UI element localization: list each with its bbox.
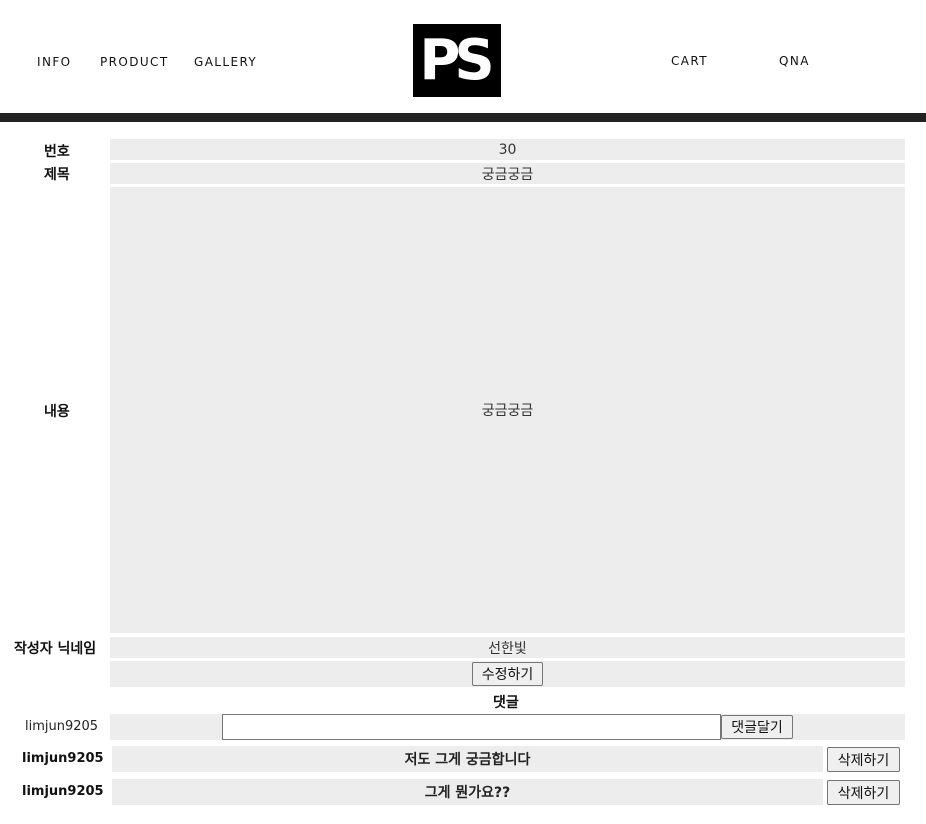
current-user: limjun9205	[25, 719, 99, 734]
header-divider	[0, 113, 926, 122]
nav-gallery-link[interactable]: GALLERY	[194, 55, 257, 69]
comment-text: 그게 뭔가요??	[112, 779, 823, 805]
site-header: INFO PRODUCT GALLERY PS CART QNA	[0, 0, 926, 122]
nav-product-link[interactable]: PRODUCT	[100, 55, 169, 69]
title-value: 궁금궁금	[110, 163, 905, 184]
number-value: 30	[110, 139, 905, 160]
comment-author: limjun9205	[22, 784, 104, 799]
delete-comment-button[interactable]: 삭제하기	[827, 780, 900, 805]
comment-submit-button[interactable]: 댓글달기	[721, 715, 793, 739]
comments-header: 댓글	[493, 695, 519, 711]
nav-cart-link[interactable]: CART	[671, 54, 708, 68]
title-label: 제목	[44, 167, 70, 183]
number-label: 번호	[44, 144, 70, 160]
nav-qna-link[interactable]: QNA	[779, 54, 810, 68]
edit-button[interactable]: 수정하기	[472, 662, 543, 686]
delete-comment-button[interactable]: 삭제하기	[827, 747, 900, 772]
comment-input[interactable]	[222, 714, 721, 740]
logo-text: PS	[419, 27, 494, 93]
author-label: 작성자 닉네임	[14, 641, 97, 657]
content-label: 내용	[44, 404, 70, 420]
content-value: 궁금궁금	[110, 187, 905, 633]
site-logo[interactable]: PS	[413, 24, 501, 97]
nav-info-link[interactable]: INFO	[37, 55, 71, 69]
comment-text: 저도 그게 궁금합니다	[112, 746, 823, 772]
comment-author: limjun9205	[22, 751, 104, 766]
author-value: 선한빛	[110, 637, 905, 658]
